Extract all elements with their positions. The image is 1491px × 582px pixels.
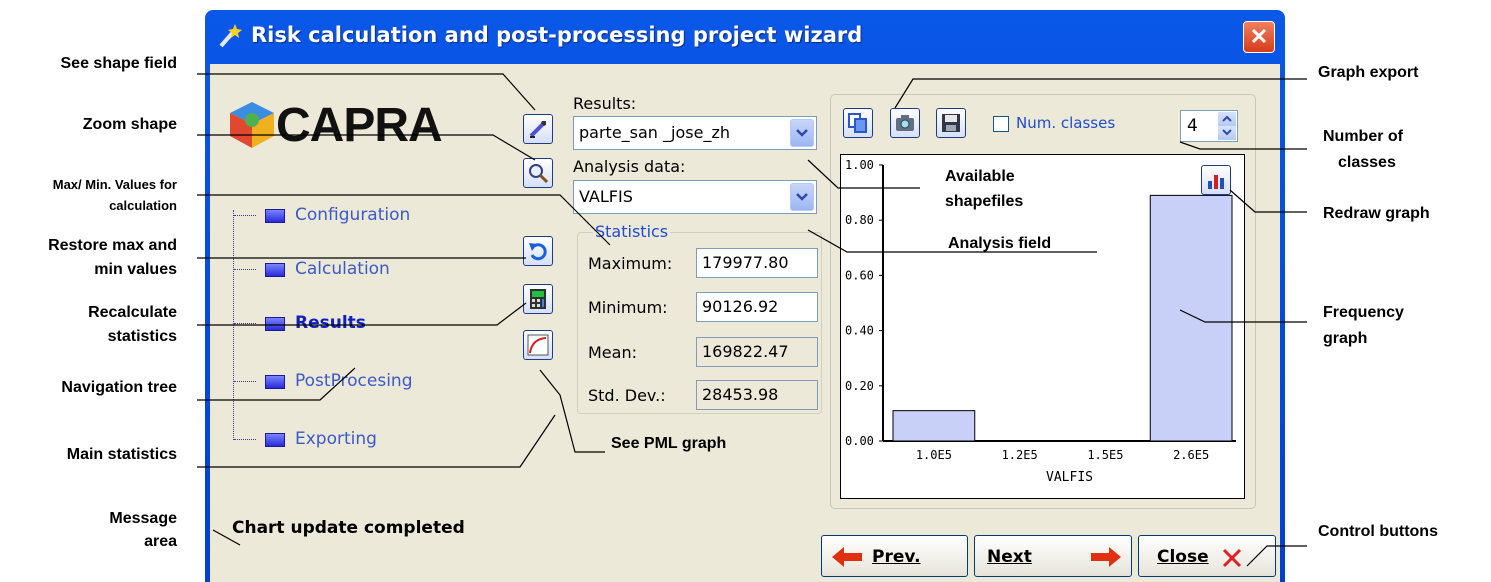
callout-max-min-2: calculation bbox=[109, 198, 177, 213]
callout-lines bbox=[197, 73, 1307, 567]
callout-zoom-shape: Zoom shape bbox=[82, 116, 177, 133]
callout-analysis-field: Analysis field bbox=[948, 235, 1052, 252]
callout-graph-export: Graph export bbox=[1318, 64, 1419, 81]
callout-frequency-1: Frequency bbox=[1323, 304, 1404, 321]
callout-see-shape-field: See shape field bbox=[60, 55, 178, 72]
callout-main-statistics: Main statistics bbox=[66, 446, 177, 463]
callout-num-classes-1: Number of bbox=[1323, 128, 1403, 145]
callout-message-2: area bbox=[144, 533, 177, 550]
callout-message-1: Message bbox=[109, 510, 177, 527]
callout-recalc-2: statistics bbox=[107, 328, 177, 345]
callout-recalc-1: Recalculate bbox=[88, 304, 177, 321]
callout-control-buttons: Control buttons bbox=[1318, 523, 1438, 540]
callout-available-1: Available bbox=[945, 168, 1015, 185]
callout-restore-2: min values bbox=[94, 261, 177, 278]
callout-frequency-2: graph bbox=[1323, 330, 1368, 347]
callout-num-classes-2: classes bbox=[1338, 154, 1396, 171]
callout-redraw-graph: Redraw graph bbox=[1323, 205, 1430, 222]
callout-see-pml-graph: See PML graph bbox=[611, 435, 727, 452]
callout-max-min-1: Max/ Min. Values for bbox=[52, 177, 177, 192]
callout-available-2: shapefiles bbox=[945, 193, 1024, 210]
callout-navigation-tree: Navigation tree bbox=[61, 379, 177, 396]
callout-restore-1: Restore max and bbox=[48, 237, 177, 254]
